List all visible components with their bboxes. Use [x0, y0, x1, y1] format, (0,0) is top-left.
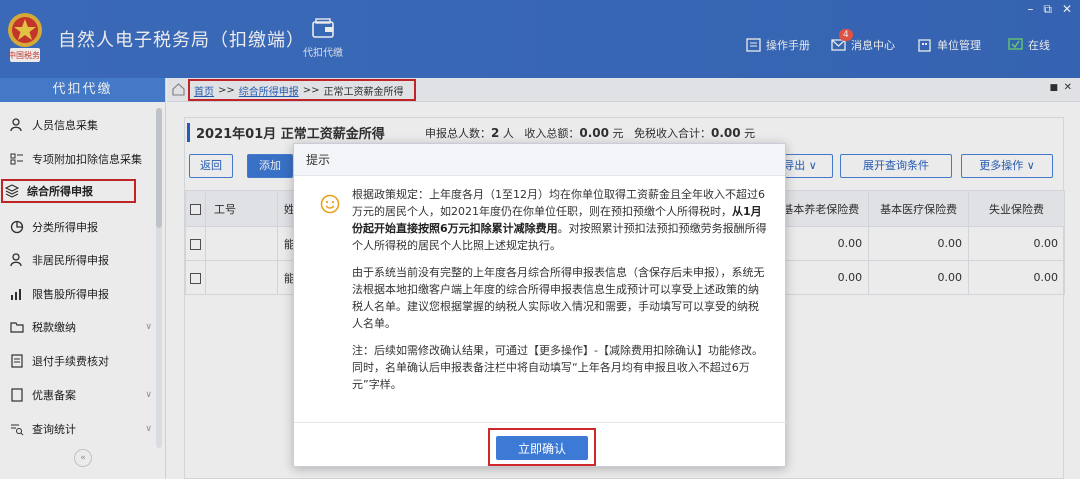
- system-note-paragraph: 由于系统当前没有完整的上年度各月综合所得申报表信息（含保存后未申报），系统无法根…: [352, 266, 765, 330]
- policy-paragraph: 根据政策规定：上年度各月（1至12月）均在你单位取得工资薪金且全年收入不超过6万…: [352, 188, 767, 252]
- confirm-highlight: 立即确认: [488, 428, 596, 466]
- smile-icon: [320, 194, 340, 214]
- remark-paragraph: 注：后续如需修改确认结果，可通过【更多操作】-【减除费用扣除确认】功能修改。同时…: [352, 344, 763, 391]
- dialog-message: 根据政策规定：上年度各月（1至12月）均在你单位取得工资薪金且全年收入不超过6万…: [352, 186, 768, 403]
- confirm-now-button[interactable]: 立即确认: [496, 436, 588, 460]
- dialog-footer: 立即确认: [294, 422, 787, 468]
- dialog-title: 提示: [294, 144, 785, 176]
- policy-prompt-dialog: 提示 根据政策规定：上年度各月（1至12月）均在你单位取得工资薪金且全年收入不超…: [293, 143, 787, 468]
